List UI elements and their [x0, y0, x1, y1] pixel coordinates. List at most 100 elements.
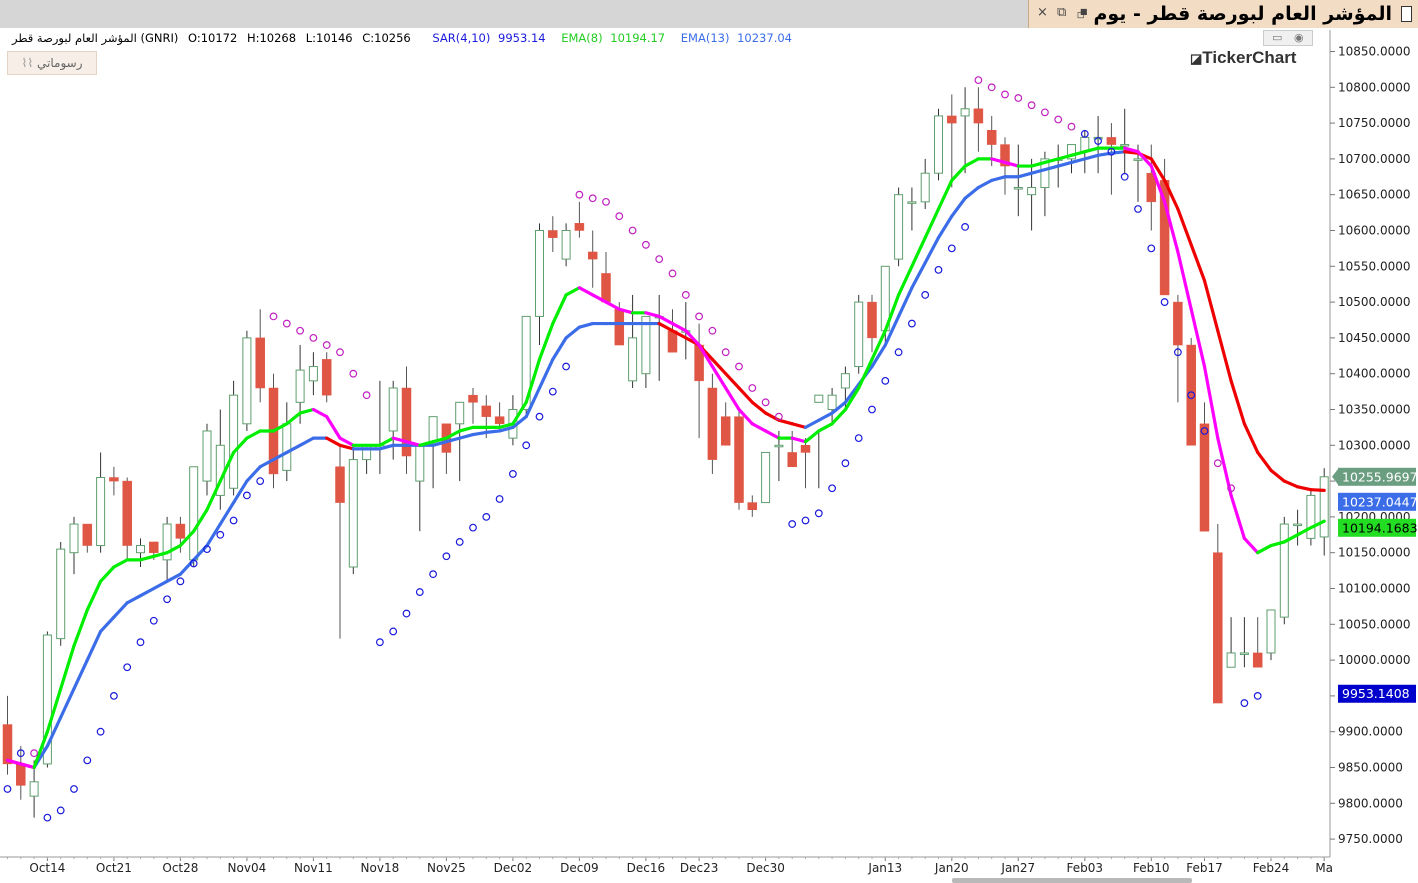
y-tick-label: 9850.0000 [1338, 760, 1403, 774]
ema13-segment [165, 572, 182, 583]
ema13-segment [1269, 468, 1286, 483]
candle-body-down [82, 523, 93, 546]
x-tick-label: Oct14 [29, 861, 65, 875]
y-tick-label: 9900.0000 [1338, 725, 1403, 739]
x-tick-label: Feb24 [1253, 861, 1290, 875]
candle-body-up [1133, 158, 1143, 161]
candle-body-down [149, 541, 159, 553]
ema13-segment [1109, 150, 1127, 155]
candle-body-down [2, 724, 13, 765]
candle-body-down [747, 502, 758, 510]
sar-dot [801, 516, 810, 525]
ema13-segment [484, 429, 502, 435]
horizontal-scrollbar[interactable] [952, 878, 1192, 883]
sar-dot [894, 348, 903, 357]
candle-body-down [720, 416, 731, 446]
ema13-segment [724, 372, 741, 390]
ema8-segment [817, 422, 834, 433]
candle-body-up [1293, 523, 1303, 527]
sar-dot [229, 516, 238, 525]
ema13-segment [1189, 243, 1207, 283]
ema8-segment [950, 164, 967, 182]
x-tick-label: Jan27 [1000, 861, 1035, 875]
x-tick-label: Jan20 [934, 861, 969, 875]
candle-body-up [96, 477, 106, 547]
y-tick-label: 10500.0000 [1338, 295, 1411, 309]
sar-group [3, 76, 1262, 822]
sar-dot [83, 756, 92, 765]
x-tick-label: Ma [1315, 861, 1333, 875]
ema8-segment [537, 321, 555, 361]
sar-dot [1001, 90, 1009, 99]
candle-body-down [468, 394, 478, 403]
candle-body-down [867, 301, 877, 339]
ema8-segment [551, 293, 568, 326]
ema13-segment [750, 400, 768, 415]
ema13-segment [85, 629, 103, 662]
ema13-segment [1056, 160, 1074, 168]
candle-body-up [1120, 144, 1130, 147]
x-tick-label: Nov04 [228, 861, 267, 875]
sar-dot [402, 609, 411, 618]
sar-dot [1120, 172, 1129, 181]
ema13-segment [790, 422, 808, 429]
candle-body-up [827, 394, 837, 410]
candle-body-up [295, 369, 305, 403]
candle-body-down [255, 337, 265, 389]
candle-body-up [774, 444, 784, 448]
y-tick-label: 10150.0000 [1338, 546, 1411, 560]
candle-body-up [189, 466, 199, 561]
ema13-segment [59, 687, 76, 719]
y-tick-label: 10100.0000 [1338, 581, 1411, 595]
sar-dot [615, 212, 624, 221]
ema13-segment [72, 658, 89, 691]
sar-dot [96, 727, 105, 736]
sar-dot [1040, 108, 1049, 117]
ema8-segment [98, 565, 116, 583]
sar-dot [708, 326, 717, 335]
y-tick-label: 10400.0000 [1338, 367, 1411, 381]
candle-body-down [1173, 301, 1183, 346]
ema8-segment [644, 311, 661, 319]
candle-body-up [56, 548, 66, 640]
candle-body-down [1213, 552, 1223, 704]
sar-dot [588, 194, 597, 203]
x-tick-label: Nov18 [361, 861, 400, 875]
ema8-segment [910, 236, 927, 268]
sar-dot [389, 627, 398, 636]
sar-dot [828, 484, 836, 493]
ema8-segment [72, 608, 89, 648]
candle-body-down [800, 445, 811, 453]
ema8-segment [604, 300, 621, 311]
ema13-segment [325, 436, 342, 447]
sar-dot [562, 362, 570, 371]
candle-body-down [787, 452, 797, 468]
y-tick-label: 10350.0000 [1338, 402, 1411, 416]
ema13-segment [1242, 422, 1260, 455]
ema8-segment [803, 429, 821, 444]
sar-dot [322, 341, 331, 349]
candle-body-up [561, 229, 571, 260]
ema13-segment [471, 430, 488, 437]
ema13-segment [803, 418, 821, 429]
ema13-segment [990, 175, 1007, 182]
y-tick-label: 10600.0000 [1338, 223, 1411, 237]
price-chart[interactable]: 10850.0000 10800.0000 10750.0000 10700.0000… [0, 0, 1418, 883]
sar-dot [296, 326, 305, 335]
ema8-segment [963, 157, 981, 168]
sar-dot [841, 459, 850, 468]
sar-dot [136, 638, 145, 647]
candle-body-down [175, 523, 186, 539]
sar-dot [814, 509, 823, 518]
candle-body-down [707, 387, 718, 460]
ema13-segment [112, 601, 129, 619]
sar-dot [602, 197, 610, 206]
sar-dot [256, 477, 265, 485]
sar-dot [881, 376, 890, 385]
candle-body-up [229, 394, 239, 489]
y-tick-label: 10300.0000 [1338, 438, 1411, 452]
sar-dot [216, 530, 225, 539]
sar-dot [282, 319, 291, 328]
ema8-segment [1229, 493, 1247, 540]
candle-body-up [840, 373, 850, 389]
